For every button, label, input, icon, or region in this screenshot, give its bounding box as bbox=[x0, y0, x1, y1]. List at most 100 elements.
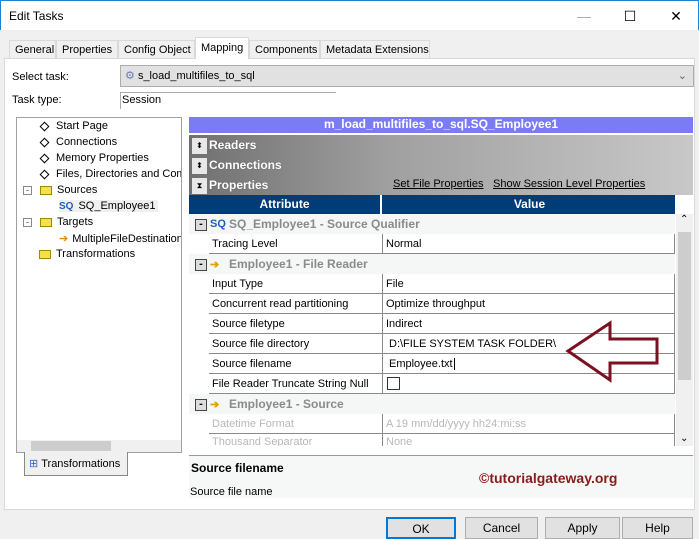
close-icon[interactable]: ✕ bbox=[653, 1, 699, 31]
tree-item-label: Connections bbox=[56, 136, 118, 148]
tree-item-start-page[interactable]: Start Page bbox=[39, 120, 108, 132]
minimize-icon[interactable]: — bbox=[561, 1, 607, 31]
tree-item-connections[interactable]: Connections bbox=[39, 136, 118, 148]
description-text: Source file name bbox=[190, 486, 273, 498]
attribute-cell: Source file directory bbox=[209, 334, 383, 354]
gear-icon: ⚙ bbox=[125, 70, 135, 82]
transformations-icon: ⊞ bbox=[29, 458, 39, 470]
section-properties[interactable]: Properties bbox=[209, 178, 268, 192]
tab-properties[interactable]: Properties bbox=[56, 40, 118, 59]
node-icon bbox=[39, 137, 50, 148]
help-button[interactable]: Help bbox=[622, 517, 693, 539]
maximize-icon[interactable]: ☐ bbox=[607, 1, 653, 31]
table-row[interactable]: Datetime Format A 19 mm/dd/yyyy hh24:mi:s… bbox=[189, 414, 675, 434]
source-qualifier-icon: SQ bbox=[210, 218, 226, 230]
ok-button[interactable]: OK bbox=[386, 517, 456, 539]
mapping-header: m_load_multifiles_to_sql.SQ_Employee1 bbox=[189, 117, 693, 133]
tab-mapping[interactable]: Mapping bbox=[195, 37, 249, 59]
source-qualifier-icon: SQ bbox=[59, 201, 74, 212]
tab-transformations[interactable]: ⊞ Transformations bbox=[24, 452, 128, 476]
chevron-down-icon: ⌄ bbox=[677, 70, 687, 82]
value-cell[interactable]: Normal bbox=[383, 234, 675, 254]
node-icon bbox=[39, 169, 50, 180]
cancel-button[interactable]: Cancel bbox=[465, 517, 538, 539]
tree-item-label: Transformations bbox=[56, 248, 136, 260]
tree-item-label: Targets bbox=[57, 216, 94, 228]
description-panel: Source filename Source file name ©tutori… bbox=[189, 455, 693, 498]
attribute-cell: File Reader Truncate String Null bbox=[209, 374, 383, 394]
section-connections[interactable]: Connections bbox=[209, 158, 282, 172]
collapse-icon[interactable]: - bbox=[195, 399, 207, 411]
value-cell[interactable]: None bbox=[383, 434, 675, 446]
attribute-cell: Source filetype bbox=[209, 314, 383, 334]
column-attribute: Attribute bbox=[189, 195, 382, 214]
reader-icon: ➔ bbox=[210, 259, 220, 271]
tree-item-label: SQ_Employee1 bbox=[78, 200, 156, 212]
scrollbar-thumb[interactable] bbox=[678, 232, 691, 380]
select-task-dropdown[interactable]: ⚙ s_load_multifiles_to_sql ⌄ bbox=[120, 65, 694, 87]
tree-item-memory-properties[interactable]: Memory Properties bbox=[39, 152, 149, 164]
folder-icon bbox=[39, 249, 51, 259]
tab-general[interactable]: General bbox=[9, 40, 56, 59]
section-readers[interactable]: Readers bbox=[209, 138, 256, 152]
table-row[interactable]: Tracing Level Normal bbox=[189, 234, 675, 254]
folder-icon bbox=[40, 185, 52, 195]
table-row[interactable]: Input Type File bbox=[189, 274, 675, 294]
tree-horizontal-scrollbar[interactable] bbox=[17, 440, 181, 452]
group-label: Employee1 - File Reader bbox=[229, 257, 368, 271]
tab-label: Transformations bbox=[41, 458, 121, 470]
title-bar: Edit Tasks — ☐ ✕ bbox=[0, 0, 699, 30]
section-bar: ⬍ Readers ⬍ Connections ⧗ Properties Set… bbox=[189, 135, 693, 195]
value-cell[interactable]: File bbox=[383, 274, 675, 294]
apply-button[interactable]: Apply bbox=[545, 517, 620, 539]
tree-item-targets[interactable]: - Targets bbox=[23, 216, 93, 228]
group-source[interactable]: - ➔ Employee1 - Source bbox=[189, 394, 675, 414]
tree-item-sources[interactable]: - Sources bbox=[23, 184, 97, 196]
attribute-cell: Source filename bbox=[209, 354, 383, 374]
scroll-up-icon[interactable]: ⌃ bbox=[680, 214, 688, 225]
attribute-cell: Concurrent read partitioning bbox=[209, 294, 383, 314]
collapse-icon[interactable]: - bbox=[195, 219, 207, 231]
expand-readers-button[interactable]: ⬍ bbox=[192, 138, 207, 154]
expand-connections-button[interactable]: ⬍ bbox=[192, 158, 207, 174]
node-icon bbox=[39, 153, 50, 164]
attribute-cell: Tracing Level bbox=[209, 234, 383, 254]
tree-item-label: Sources bbox=[57, 184, 98, 196]
folder-icon bbox=[40, 217, 52, 227]
source-icon: ➔ bbox=[210, 399, 220, 411]
text-cursor bbox=[453, 358, 455, 370]
scroll-down-icon[interactable]: ⌄ bbox=[680, 433, 688, 444]
collapse-icon[interactable]: - bbox=[23, 185, 32, 195]
show-session-level-properties-link[interactable]: Show Session Level Properties bbox=[493, 178, 645, 190]
tree-item-files-directories[interactable]: Files, Directories and Commands bbox=[39, 168, 181, 180]
set-file-properties-link[interactable]: Set File Properties bbox=[393, 178, 483, 190]
value-cell[interactable]: A 19 mm/dd/yyyy hh24:mi:ss bbox=[383, 414, 675, 434]
tree-item-label: Start Page bbox=[56, 120, 108, 132]
target-icon: ➔ bbox=[59, 233, 69, 245]
tree-item-label: MultipleFileDestination bbox=[72, 233, 182, 245]
group-label: SQ_Employee1 - Source Qualifier bbox=[229, 217, 420, 231]
arrow-annotation-icon bbox=[565, 320, 659, 383]
description-title: Source filename bbox=[191, 461, 284, 475]
tab-components[interactable]: Components bbox=[249, 40, 320, 59]
table-row[interactable]: Thousand Separator None bbox=[189, 434, 675, 446]
tree-item-transformations[interactable]: Transformations bbox=[39, 248, 135, 260]
select-task-label: Select task: bbox=[12, 71, 69, 83]
truncate-checkbox[interactable] bbox=[387, 377, 400, 390]
collapse-icon[interactable]: - bbox=[23, 217, 32, 227]
tab-metadata-extensions[interactable]: Metadata Extensions bbox=[320, 40, 430, 59]
tab-config-object[interactable]: Config Object bbox=[118, 40, 195, 59]
group-source-qualifier[interactable]: - SQ SQ_Employee1 - Source Qualifier bbox=[189, 214, 675, 234]
collapse-icon[interactable]: - bbox=[195, 259, 207, 271]
column-value: Value bbox=[513, 197, 546, 211]
tree-item-multiple-file-destination[interactable]: ➔ MultipleFileDestination bbox=[59, 232, 182, 245]
table-header: Attribute Value bbox=[189, 195, 675, 214]
value-cell[interactable]: Optimize throughput bbox=[383, 294, 675, 314]
select-task-value: s_load_multifiles_to_sql bbox=[137, 70, 255, 82]
task-type-field: Session bbox=[120, 92, 336, 109]
tree-item-sq-employee1[interactable]: SQ SQ_Employee1 bbox=[59, 200, 158, 212]
group-file-reader[interactable]: - ➔ Employee1 - File Reader bbox=[189, 254, 675, 274]
attribute-cell: Input Type bbox=[209, 274, 383, 294]
collapse-properties-button[interactable]: ⧗ bbox=[192, 178, 207, 194]
table-row[interactable]: Concurrent read partitioning Optimize thr… bbox=[189, 294, 675, 314]
